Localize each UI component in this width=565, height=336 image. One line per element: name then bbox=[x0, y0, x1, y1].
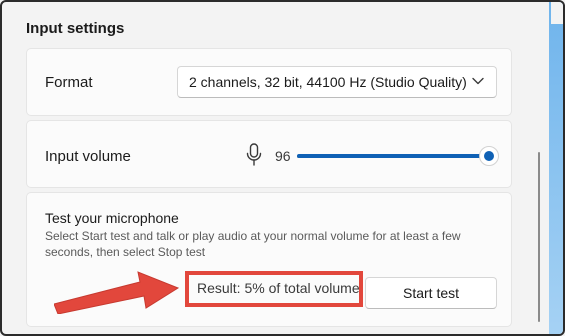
format-label: Format bbox=[45, 74, 93, 91]
microphone-icon[interactable] bbox=[245, 143, 263, 167]
section-title: Input settings bbox=[26, 20, 125, 37]
annotation-arrow bbox=[54, 271, 180, 314]
result-text: Result: 5% of total volume bbox=[197, 280, 360, 296]
test-title: Test your microphone bbox=[45, 210, 179, 226]
result-highlight-box: Result: 5% of total volume bbox=[185, 271, 363, 307]
strip-top bbox=[551, 2, 563, 24]
chevron-down-icon bbox=[472, 77, 484, 85]
input-volume-slider[interactable] bbox=[297, 146, 499, 166]
input-volume-value: 96 bbox=[275, 148, 291, 164]
input-volume-label: Input volume bbox=[45, 148, 131, 165]
format-dropdown[interactable]: 2 channels, 32 bit, 44100 Hz (Studio Qua… bbox=[177, 66, 497, 98]
format-card: Format 2 channels, 32 bit, 44100 Hz (Stu… bbox=[26, 48, 512, 116]
desktop-background-strip bbox=[549, 2, 563, 334]
format-selected-value: 2 channels, 32 bit, 44100 Hz (Studio Qua… bbox=[189, 74, 467, 90]
slider-fill bbox=[297, 154, 489, 158]
start-test-button[interactable]: Start test bbox=[365, 277, 497, 309]
settings-window: Input settings Format 2 channels, 32 bit… bbox=[0, 0, 565, 336]
test-description: Select Start test and talk or play audio… bbox=[45, 229, 461, 259]
scrollbar[interactable] bbox=[538, 152, 540, 322]
input-volume-card: Input volume 96 bbox=[26, 120, 512, 188]
slider-thumb[interactable] bbox=[479, 146, 499, 166]
